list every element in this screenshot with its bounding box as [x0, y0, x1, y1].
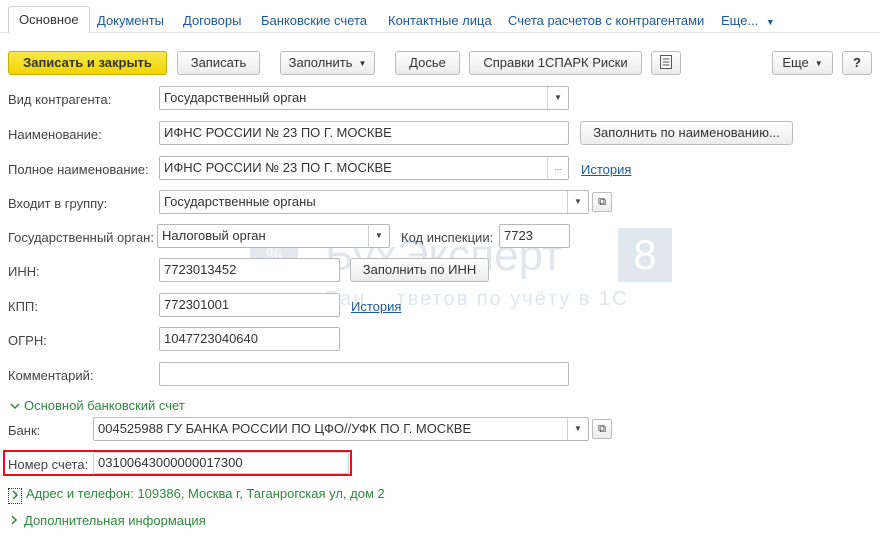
- ogrn-input[interactable]: 1047723040640: [159, 327, 340, 351]
- tab-active-underline: [9, 32, 84, 33]
- help-button[interactable]: ?: [842, 51, 872, 75]
- spark-button[interactable]: Справки 1СПАРК Риски: [469, 51, 642, 75]
- gov-label: Государственный орган:: [8, 230, 154, 245]
- tab-settlements[interactable]: Счета расчетов с контрагентами: [508, 13, 704, 28]
- fill-by-inn-button[interactable]: Заполнить по ИНН: [350, 258, 489, 282]
- open-bank-button[interactable]: ⧉: [592, 419, 612, 439]
- tab-main[interactable]: Основное: [8, 6, 90, 33]
- save-button[interactable]: Записать: [177, 51, 260, 75]
- tab-bank-accounts[interactable]: Банковские счета: [261, 13, 367, 28]
- chevron-right-icon: [8, 488, 22, 504]
- open-icon: ⧉: [598, 196, 606, 208]
- inspection-input[interactable]: 7723: [499, 224, 570, 248]
- kind-value: Государственный орган: [164, 90, 307, 105]
- fill-button[interactable]: Заполнить ▼: [280, 51, 375, 75]
- dropdown-arrow-icon[interactable]: ▼: [368, 225, 389, 247]
- kind-select[interactable]: Государственный орган ▼: [159, 86, 569, 110]
- dossier-button[interactable]: Досье: [395, 51, 460, 75]
- account-label: Номер счета:: [8, 457, 89, 472]
- group-value: Государственные органы: [164, 194, 316, 209]
- comment-input[interactable]: [159, 362, 569, 386]
- group-select[interactable]: Государственные органы ▼: [159, 190, 589, 214]
- dropdown-arrow-icon[interactable]: ▼: [567, 418, 588, 440]
- address-section-title: Адрес и телефон: 109386, Москва г, Таган…: [26, 486, 385, 501]
- full-name-input[interactable]: ИФНС РОССИИ № 23 ПО Г. МОСКВЕ ...: [159, 156, 569, 180]
- tab-divider: [0, 32, 880, 33]
- more-button-label: Еще: [782, 55, 809, 70]
- extra-section-title: Дополнительная информация: [24, 513, 206, 528]
- ogrn-label: ОГРН:: [8, 333, 47, 348]
- more-button[interactable]: Еще ▼: [772, 51, 833, 75]
- name-label: Наименование:: [8, 127, 102, 142]
- full-name-open-button[interactable]: ...: [547, 157, 568, 179]
- tab-more[interactable]: Еще... ▼: [721, 13, 775, 28]
- save-and-close-button[interactable]: Записать и закрыть: [8, 51, 167, 75]
- gov-select[interactable]: Налоговый орган ▼: [157, 224, 390, 248]
- kpp-history-link[interactable]: История: [351, 299, 401, 314]
- watermark-digit: 8: [618, 228, 672, 282]
- chevron-down-icon: ▼: [814, 59, 823, 68]
- bank-select[interactable]: 004525988 ГУ БАНКА РОССИИ ПО ЦФО//УФК ПО…: [93, 417, 589, 441]
- address-section-toggle[interactable]: Адрес и телефон: 109386, Москва г, Таган…: [8, 486, 385, 504]
- extra-section-toggle[interactable]: Дополнительная информация: [10, 513, 206, 528]
- chevron-down-icon: ▼: [765, 17, 775, 27]
- tab-more-label: Еще...: [721, 13, 759, 28]
- dropdown-arrow-icon[interactable]: ▼: [547, 87, 568, 109]
- bank-section-toggle[interactable]: Основной банковский счет: [10, 398, 185, 413]
- full-name-value: ИФНС РОССИИ № 23 ПО Г. МОСКВЕ: [164, 160, 392, 175]
- bank-section-title: Основной банковский счет: [24, 398, 185, 413]
- bank-label: Банк:: [8, 423, 41, 438]
- chevron-right-icon: [10, 515, 24, 528]
- open-icon: ⧉: [598, 423, 606, 435]
- list-icon: [660, 55, 672, 69]
- inn-label: ИНН:: [8, 264, 40, 279]
- group-label: Входит в группу:: [8, 196, 108, 211]
- full-name-history-link[interactable]: История: [581, 162, 631, 177]
- account-input[interactable]: 03100643000000017300: [93, 452, 349, 474]
- fill-by-name-button[interactable]: Заполнить по наименованию...: [580, 121, 793, 145]
- kpp-label: КПП:: [8, 299, 38, 314]
- tab-documents[interactable]: Документы: [97, 13, 164, 28]
- inn-input[interactable]: 7723013452: [159, 258, 340, 282]
- gov-value: Налоговый орган: [162, 228, 266, 243]
- full-name-label: Полное наименование:: [8, 162, 149, 177]
- kpp-input[interactable]: 772301001: [159, 293, 340, 317]
- chevron-down-icon: ▼: [358, 59, 367, 68]
- open-group-button[interactable]: ⧉: [592, 192, 612, 212]
- list-icon-button[interactable]: [651, 51, 681, 75]
- name-input[interactable]: ИФНС РОССИИ № 23 ПО Г. МОСКВЕ: [159, 121, 569, 145]
- bank-value: 004525988 ГУ БАНКА РОССИИ ПО ЦФО//УФК ПО…: [98, 421, 472, 436]
- tab-contacts[interactable]: Контактные лица: [388, 13, 492, 28]
- comment-label: Комментарий:: [8, 368, 94, 383]
- tab-contracts[interactable]: Договоры: [183, 13, 241, 28]
- fill-button-label: Заполнить: [288, 55, 353, 70]
- inspection-label: Код инспекции:: [401, 230, 494, 245]
- dropdown-arrow-icon[interactable]: ▼: [567, 191, 588, 213]
- chevron-down-icon: [10, 401, 24, 413]
- kind-label: Вид контрагента:: [8, 92, 112, 107]
